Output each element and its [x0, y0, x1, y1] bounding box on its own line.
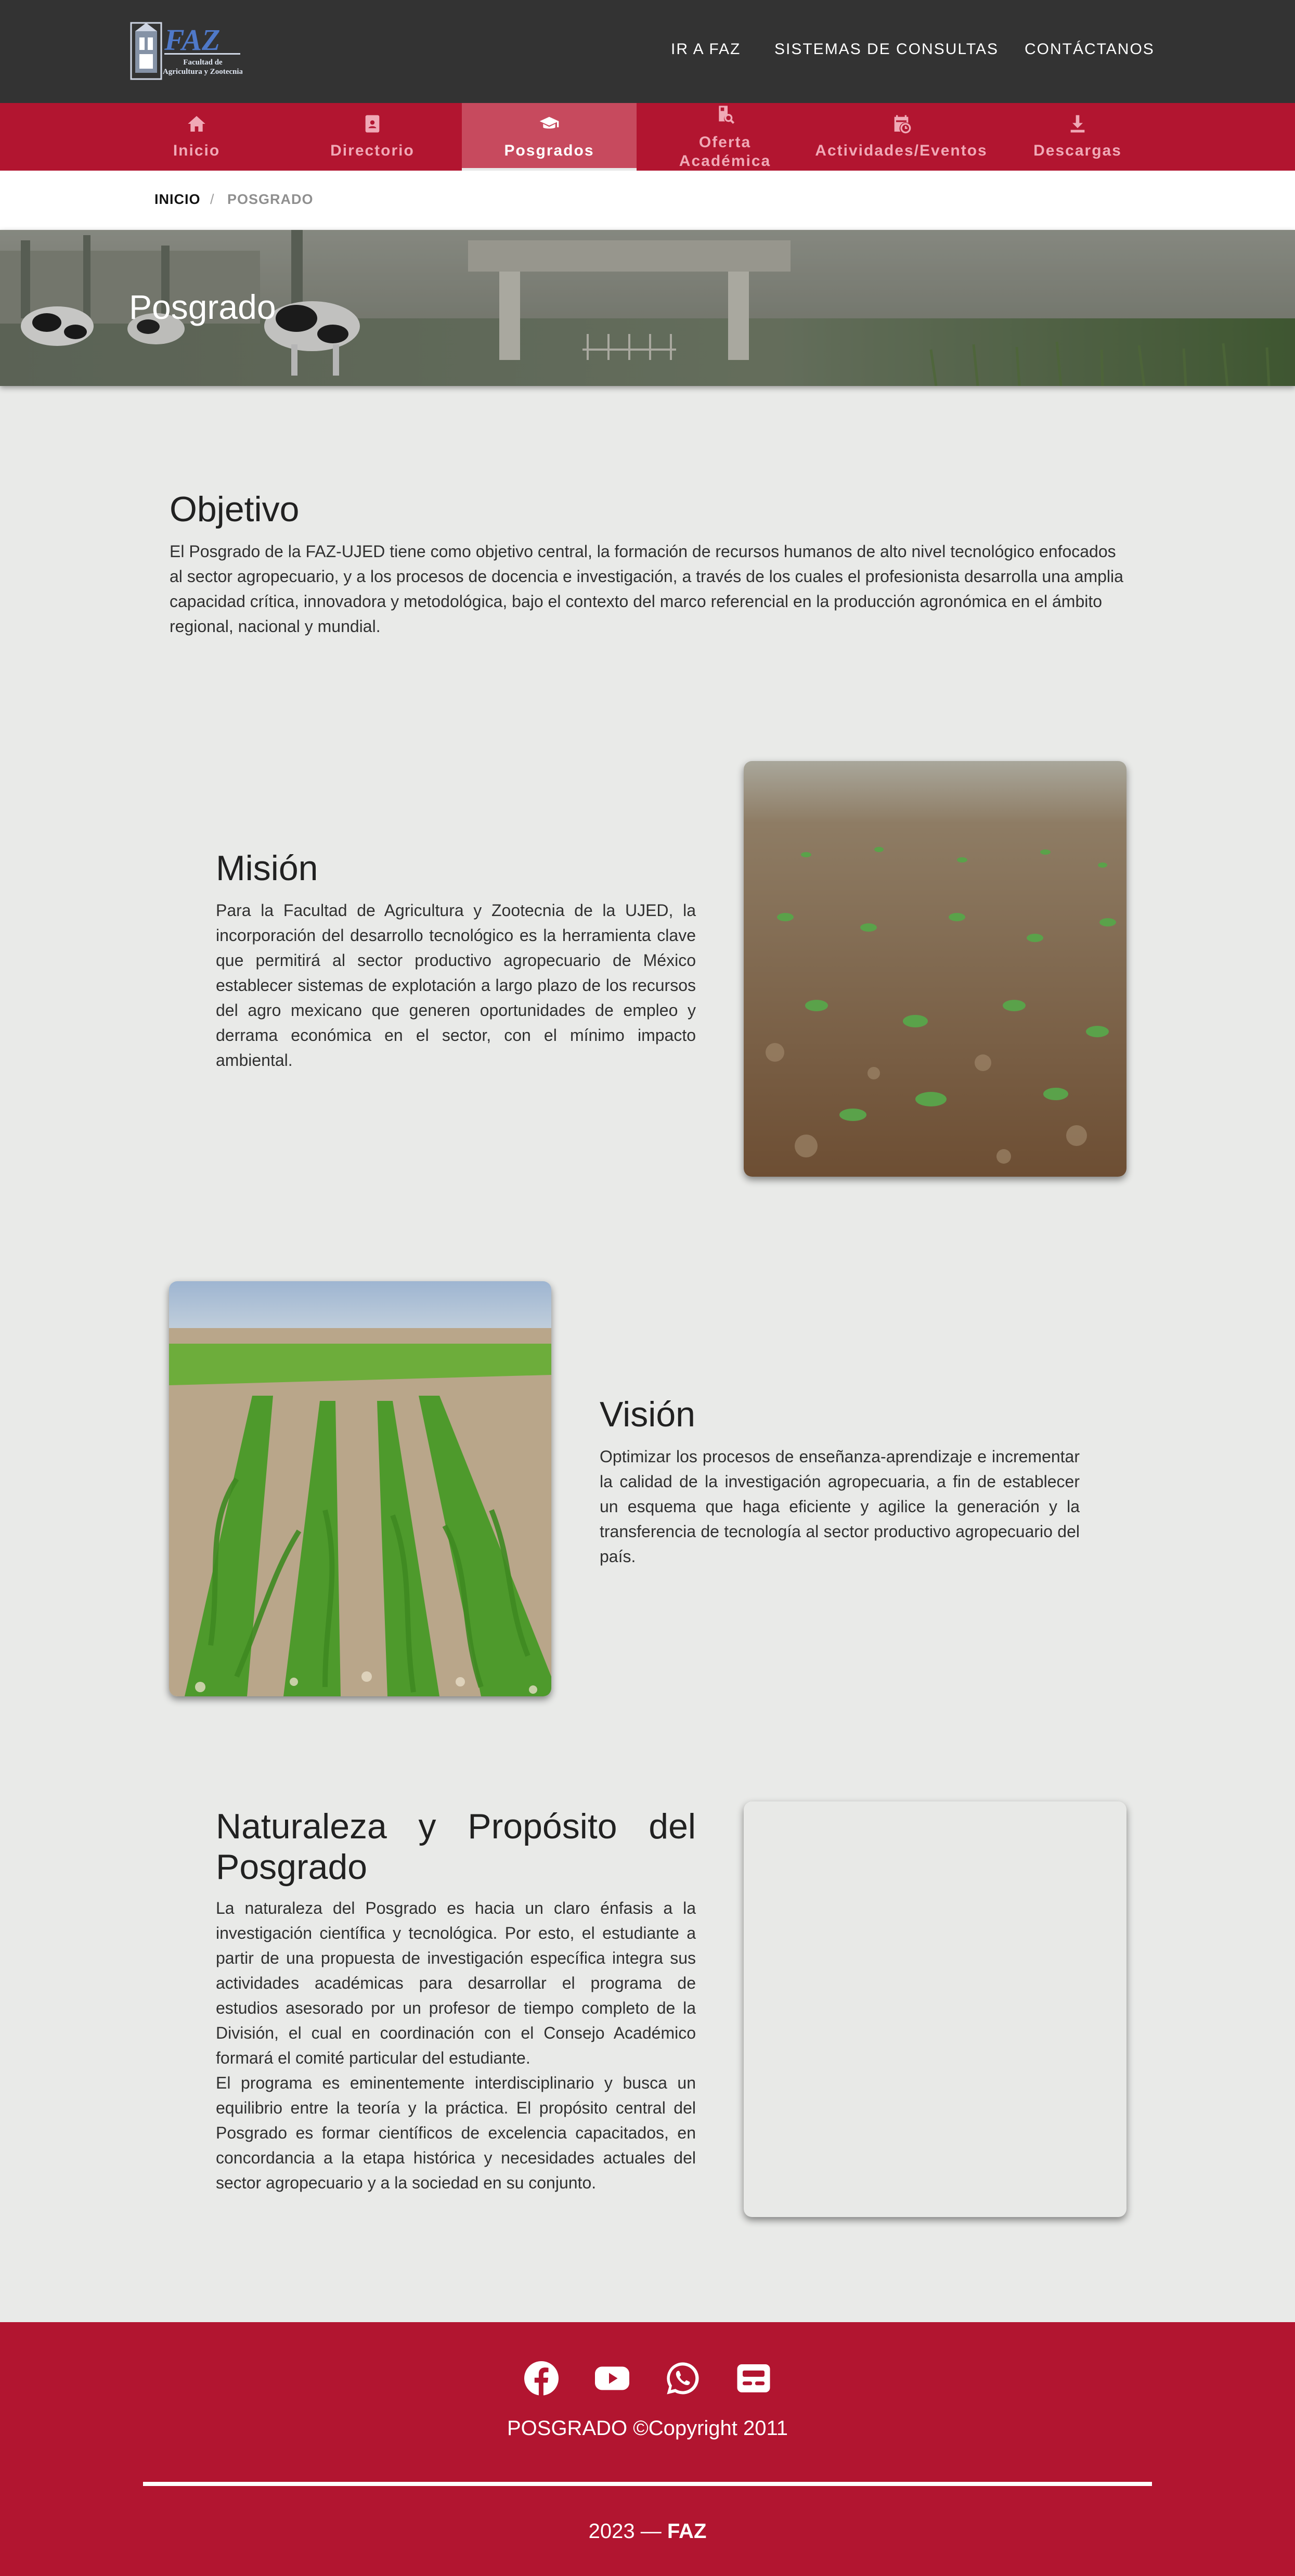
svg-text:Agricultura y Zootecnia: Agricultura y Zootecnia — [163, 68, 242, 76]
home-icon — [188, 116, 205, 132]
top-bar: FAZ Facultad de Agricultura y Zootecnia … — [0, 0, 1295, 103]
section-navigation: Inicio Directorio Posgrados Oferta Acadé… — [0, 103, 1295, 171]
seedlings-photo — [744, 761, 1126, 1177]
breadcrumb-current: POSGRADO — [227, 191, 314, 207]
nav-ir-a-faz[interactable]: IR A FAZ — [671, 41, 741, 58]
news-icon[interactable] — [735, 2360, 772, 2397]
footer-divider — [143, 2482, 1152, 2486]
nav-contactanos[interactable]: CONTÁCTANOS — [1025, 41, 1155, 58]
tab-label: Inicio — [173, 142, 221, 159]
image-placeholder — [744, 1801, 1126, 2217]
footer-brand[interactable]: FAZ — [667, 2520, 707, 2543]
graduation-cap-icon — [539, 117, 559, 129]
hero-banner: Posgrado — [0, 230, 1295, 386]
footer-year: 2023 — — [588, 2520, 667, 2543]
breadcrumb-separator: / — [210, 191, 215, 207]
mision-text: Para la Facultad de Agricultura y Zootec… — [216, 901, 696, 1070]
svg-text:Facultad de: Facultad de — [183, 58, 223, 67]
tab-label-line1: Oferta — [698, 134, 752, 151]
footer-credit: 2023 — FAZ — [0, 2520, 1295, 2543]
tab-oferta-academica[interactable]: Oferta Académica — [638, 103, 812, 171]
logo-letters: FAZ — [164, 23, 220, 57]
download-icon — [1070, 115, 1085, 133]
objetivo-text: El Posgrado de la FAZ-UJED tiene como ob… — [170, 542, 1123, 636]
facebook-icon[interactable] — [523, 2360, 560, 2397]
whatsapp-icon[interactable] — [664, 2360, 702, 2397]
tab-posgrados[interactable]: Posgrados — [462, 103, 637, 171]
tab-label: Descargas — [1033, 142, 1122, 159]
tab-label: Actividades/Eventos — [815, 142, 988, 159]
cornfield-photo — [169, 1281, 551, 1696]
document-search-icon — [719, 106, 735, 124]
footer-copyright: POSGRADO ©Copyright 2011 — [507, 2417, 788, 2440]
youtube-icon[interactable] — [593, 2360, 631, 2397]
page-title: Posgrado — [129, 288, 276, 326]
tab-label: Posgrados — [504, 142, 594, 159]
naturaleza-title: Naturaleza y Propósito del Posgrado — [216, 1807, 696, 1887]
calendar-clock-icon — [894, 115, 911, 134]
objetivo-title: Objetivo — [170, 490, 300, 529]
tab-descargas[interactable]: Descargas — [990, 103, 1165, 171]
tab-actividades-eventos[interactable]: Actividades/Eventos — [814, 103, 989, 171]
nav-sistemas-de-consultas[interactable]: SISTEMAS DE CONSULTAS — [774, 41, 999, 58]
mision-title: Misión — [216, 848, 318, 888]
breadcrumb: INICIO / POSGRADO — [0, 171, 1295, 230]
contact-book-icon — [365, 115, 380, 133]
faz-logo[interactable]: FAZ Facultad de Agricultura y Zootecnia — [130, 20, 242, 82]
naturaleza-text-2: El programa es eminentemente interdiscip… — [216, 2073, 696, 2192]
naturaleza-text-1: La naturaleza del Posgrado es hacia un c… — [216, 1899, 696, 2067]
tab-directorio[interactable]: Directorio — [285, 103, 460, 171]
footer: POSGRADO ©Copyright 2011 2023 — FAZ — [0, 2322, 1295, 2576]
breadcrumb-home[interactable]: INICIO — [154, 191, 201, 208]
vision-text: Optimizar los procesos de enseñanza-apre… — [600, 1447, 1080, 1566]
tab-label: Directorio — [330, 142, 415, 159]
vision-title: Visión — [600, 1395, 695, 1434]
tab-label-line2: Académica — [679, 152, 771, 170]
tab-inicio[interactable]: Inicio — [109, 103, 284, 171]
